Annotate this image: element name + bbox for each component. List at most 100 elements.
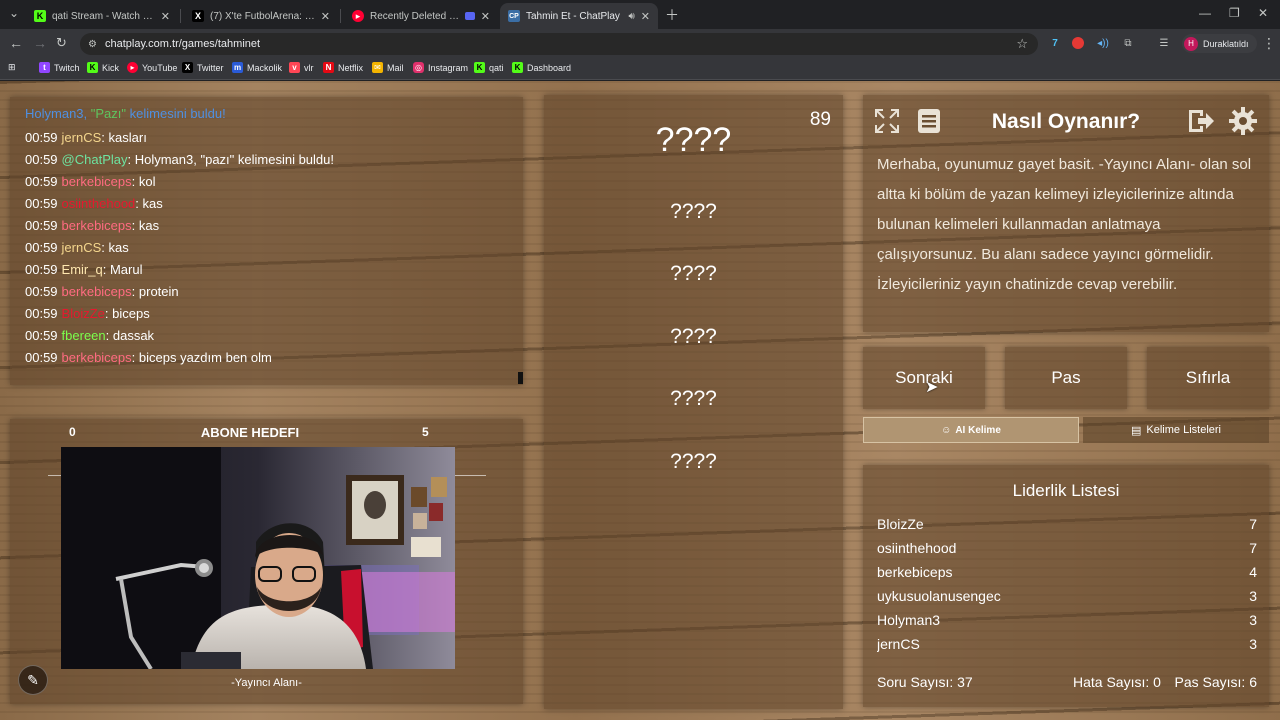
bookmark-star-icon[interactable]: ☆ [1016,36,1028,52]
webcam-video [61,447,455,669]
close-icon[interactable]: ✕ [321,10,330,23]
bookmark-twitter[interactable]: X Twitter [182,62,224,73]
chat-message: 00:59 jernCS: kas [25,237,523,259]
leaderboard-name: BloizZe [877,516,924,532]
leaderboard-list[interactable]: BloizZe 7 osiinthehood 7 berkebiceps 4 uykusuo… [877,512,1257,662]
bookmark-netflix[interactable]: N Netflix [323,62,363,73]
leaderboard-panel: Liderlik Listesi BloizZe 7 osiinthehood 7 be… [863,465,1269,707]
close-icon[interactable]: ✕ [161,10,170,23]
chat-username[interactable]: osiinthehood [62,196,136,211]
chat-time: 00:59 [25,130,58,145]
webcam-scene [61,447,455,669]
maximize-icon[interactable]: ❐ [1229,6,1240,20]
bookmark-label: qati [489,62,504,73]
audio-extension-icon[interactable]: ◂)) [1096,36,1110,50]
bookmark-label: Instagram [428,62,469,73]
goal-title: ABONE HEDEFI [200,425,300,440]
pass-button[interactable]: Pas [1005,347,1127,409]
leaderboard-title: Liderlik Listesi [1012,481,1120,500]
close-window-icon[interactable]: ✕ [1258,6,1268,20]
settings-gear-icon[interactable] [1227,105,1259,137]
instagram-icon: ◎ [413,62,424,73]
chat-text: : biceps [104,306,150,321]
new-tab-icon[interactable]: ＋ [665,5,679,25]
leaderboard-row: BloizZe 7 [877,512,1257,536]
record-extension-icon[interactable] [1072,37,1084,49]
bookmark-dashboard[interactable]: K Dashboard [512,62,571,73]
chatplay-icon: CP [508,10,520,22]
youtube-icon: ▸ [127,62,138,73]
chat-username[interactable]: @ChatPlay [62,152,128,167]
exit-icon[interactable] [1185,105,1217,137]
bookmark-mackolik[interactable]: m Mackolik [232,62,282,73]
how-to-play-text: Merhaba, oyunumuz gayet basit. -Yayıncı … [877,156,1252,293]
menu-icon[interactable]: ⋮ [1262,35,1276,52]
tab-youtube[interactable]: ▸ Recently Deleted | YouTube ✕ [344,3,498,29]
bookmark-instagram[interactable]: ◎ Instagram [413,62,468,73]
bookmark-mail[interactable]: ✉ Mail [372,62,404,73]
leaderboard-row: osiinthehood 7 [877,536,1257,560]
chat-username[interactable]: berkebiceps [62,218,132,233]
reading-list-icon[interactable]: ☰ [1157,36,1171,50]
tab-x-futbolarena[interactable]: X (7) X'te FutbolArena: "VAR kayıt ✕ [184,3,338,29]
bookmark-label: Netflix [338,62,364,73]
chat-text: : Holyman3, "pazı" kelimesini buldu! [127,152,335,167]
chat-username[interactable]: BloizZe [62,306,105,321]
profile-button[interactable]: H Duraklatıldı [1182,34,1257,53]
tab-kick-stream[interactable]: K qati Stream - Watch Live on Kick ✕ [26,3,178,29]
taboo-word: ???? [670,387,717,410]
apps-grid-icon[interactable]: ⊞ [8,62,16,73]
reset-button[interactable]: Sıfırla [1147,347,1269,409]
chat-username[interactable]: Emir_q [62,262,103,277]
chat-username[interactable]: fbereen [62,328,106,343]
chat-time: 00:59 [25,306,58,321]
site-info-icon[interactable]: ⚙ [88,39,97,50]
forward-icon[interactable]: → [33,35,47,51]
chat-text: : biceps yazdım ben olm [131,350,272,365]
leaderboard-score: 4 [1249,564,1257,580]
bookmark-youtube[interactable]: ▸ YouTube [127,62,177,73]
twitch-icon: t [39,62,50,73]
leaderboard-name: osiinthehood [877,540,957,556]
netflix-icon: N [323,62,334,73]
chat-time: 00:59 [25,152,58,167]
word-lists-button[interactable]: ▤ Kelime Listeleri [1083,417,1269,443]
streamer-area: 0 ABONE HEDEFI 5 ✎ -Yayıncı Alanı- [10,419,523,704]
chat-message: 00:59 berkebiceps: biceps yazdım ben olm [25,347,523,369]
chat-username[interactable]: berkebiceps [62,350,132,365]
address-bar[interactable]: ⚙ chatplay.com.tr/games/tahminet ☆ [80,33,1038,55]
bookmark-twitch[interactable]: t Twitch [39,62,80,73]
chat-username[interactable]: berkebiceps [62,284,132,299]
ai-word-label: AI Kelime [955,424,1001,436]
chat-scrollbar[interactable] [518,372,523,384]
audio-icon[interactable]: 🔊︎ [628,11,634,22]
chat-username[interactable]: jernCS [62,130,102,145]
close-icon[interactable]: ✕ [481,10,490,23]
question-count: Soru Sayısı: 37 [877,674,973,690]
tab-strip: ⌄ K qati Stream - Watch Live on Kick ✕ X… [0,0,1280,29]
next-button[interactable]: Sonraki [863,347,985,409]
tab-search-icon[interactable]: ⌄ [9,6,19,20]
chat-username[interactable]: jernCS [62,240,102,255]
taboo-word: ???? [670,262,717,285]
taboo-word: ???? [670,325,717,348]
bookmark-qati[interactable]: Kqati [474,62,504,73]
leaderboard-name: berkebiceps [877,564,953,580]
bookmark-kick[interactable]: K Kick [87,62,119,73]
chat-text: : kol [131,174,156,189]
tab-chatplay[interactable]: CP Tahmin Et - ChatPlay 🔊︎ ✕ [500,3,658,29]
chat-message: 00:59 osiinthehood: kas [25,193,523,215]
chat-time: 00:59 [25,174,58,189]
tab-title: Recently Deleted | YouTube [370,10,461,22]
extension-icon[interactable]: 7 [1048,36,1062,50]
minimize-icon[interactable]: — [1199,6,1211,20]
reload-icon[interactable]: ↻ [56,35,67,51]
ai-word-button[interactable]: ☺ AI Kelime [863,417,1079,443]
back-icon[interactable]: ← [9,35,23,51]
extensions-puzzle-icon[interactable]: ⧉ [1121,36,1135,50]
chat-username[interactable]: berkebiceps [62,174,132,189]
chat-message: 00:59 fbereen: dassak [25,325,523,347]
taboo-word: ???? [670,200,717,223]
bookmark-vlr[interactable]: v vlr [289,62,314,73]
close-icon[interactable]: ✕ [641,10,650,23]
